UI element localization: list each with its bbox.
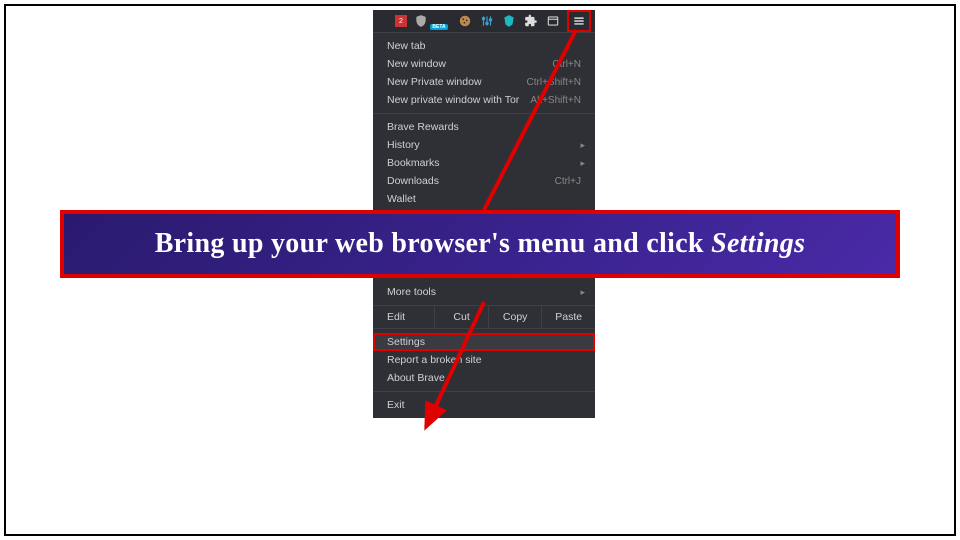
shortcut-label: Ctrl+N	[552, 59, 581, 70]
menu-item-label: New Private window	[387, 76, 482, 88]
copy-button[interactable]: Copy	[488, 306, 542, 328]
menu-item-settings[interactable]: Settings	[373, 333, 595, 351]
menu-group-exit: Exit	[373, 391, 595, 418]
menu-item-new-window[interactable]: New window Ctrl+N	[373, 55, 595, 73]
menu-edit-row: Edit Cut Copy Paste	[373, 305, 595, 328]
menu-item-label: Bookmarks	[387, 157, 440, 169]
menu-item-new-private-window-with-tor[interactable]: New private window with Tor Alt+Shift+N	[373, 91, 595, 109]
puzzle-icon[interactable]	[523, 13, 539, 29]
menu-item-label: New window	[387, 58, 446, 70]
hamburger-highlight	[567, 10, 591, 32]
menu-item-about-brave[interactable]: About Brave	[373, 369, 595, 387]
shortcut-label: Ctrl+J	[555, 176, 581, 187]
menu-item-bookmarks[interactable]: Bookmarks	[373, 154, 595, 172]
menu-item-exit[interactable]: Exit	[373, 396, 595, 414]
menu-item-new-private-window[interactable]: New Private window Ctrl+Shift+N	[373, 73, 595, 91]
menu-item-wallet[interactable]: Wallet	[373, 190, 595, 208]
menu-item-label: About Brave	[387, 372, 445, 384]
cut-button[interactable]: Cut	[434, 306, 488, 328]
menu-item-downloads[interactable]: Downloads Ctrl+J	[373, 172, 595, 190]
menu-item-label: Exit	[387, 399, 405, 411]
menu-group-settings: Settings Report a broken site About Brave	[373, 328, 595, 391]
paste-button[interactable]: Paste	[541, 306, 595, 328]
shield-icon[interactable]	[413, 13, 429, 29]
window-icon[interactable]	[545, 13, 561, 29]
shortcut-label: Ctrl+Shift+N	[527, 77, 581, 88]
menu-item-brave-rewards[interactable]: Brave Rewards	[373, 118, 595, 136]
menu-item-label: History	[387, 139, 420, 151]
extension-toolbar: 2 BETA	[373, 10, 595, 32]
sliders-icon[interactable]	[479, 13, 495, 29]
menu-item-label: Brave Rewards	[387, 121, 459, 133]
menu-item-label: New tab	[387, 40, 426, 52]
cookie-icon[interactable]	[457, 13, 473, 29]
instruction-caption: Bring up your web browser's menu and cli…	[60, 210, 900, 278]
shortcut-label: Alt+Shift+N	[530, 95, 581, 106]
extension-icon[interactable]: 2	[395, 15, 407, 27]
menu-item-label: More tools	[387, 286, 436, 298]
menu-group-tabs: New tab New window Ctrl+N New Private windo…	[373, 32, 595, 113]
menu-item-history[interactable]: History	[373, 136, 595, 154]
menu-item-label: New private window with Tor	[387, 94, 519, 106]
brave-icon[interactable]	[501, 13, 517, 29]
menu-item-report-a-broken-site[interactable]: Report a broken site	[373, 351, 595, 369]
menu-item-label: Downloads	[387, 175, 439, 187]
menu-group-features: Brave Rewards History Bookmarks Downloads Ct…	[373, 113, 595, 212]
menu-item-new-tab[interactable]: New tab	[373, 37, 595, 55]
cloud-icon[interactable]: BETA	[435, 13, 451, 29]
menu-item-label: Settings	[387, 336, 425, 348]
caption-emphasis: Settings	[711, 228, 805, 259]
edit-label: Edit	[373, 306, 434, 328]
menu-item-label: Wallet	[387, 193, 416, 205]
caption-text: Bring up your web browser's menu and cli…	[155, 228, 711, 259]
menu-item-label: Report a broken site	[387, 354, 482, 366]
hamburger-icon[interactable]	[571, 13, 587, 29]
menu-item-more-tools[interactable]: More tools	[373, 283, 595, 301]
